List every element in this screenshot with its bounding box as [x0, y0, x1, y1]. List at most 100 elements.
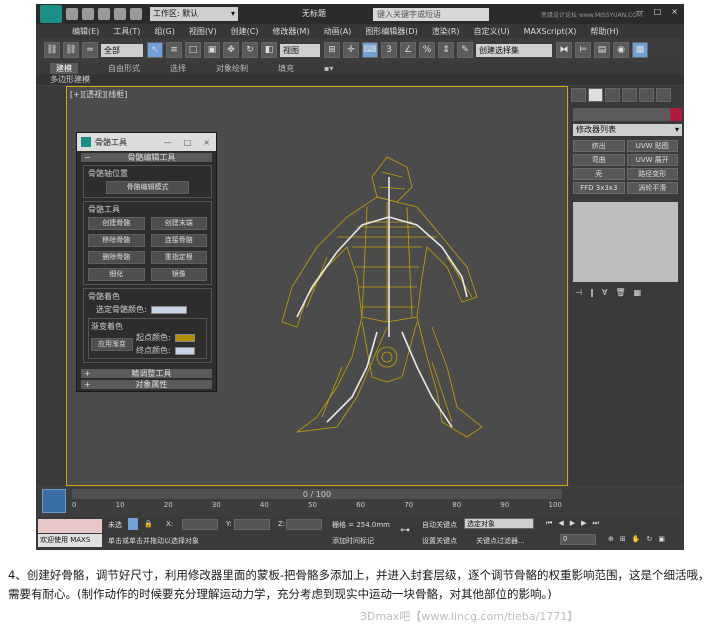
window-crossing-icon[interactable]: ▣: [204, 42, 220, 58]
ribbon-options-icon[interactable]: ▪▾: [324, 64, 333, 73]
remove-bone-button[interactable]: 移除骨骼: [88, 234, 145, 247]
maximize-button[interactable]: □: [654, 7, 662, 16]
save-file-icon[interactable]: [98, 8, 110, 20]
shell-button[interactable]: 壳: [573, 168, 625, 180]
material-editor-icon[interactable]: ◉: [613, 42, 629, 58]
modify-tab-icon[interactable]: [588, 88, 603, 102]
menu-graph-editors[interactable]: 图形编辑器(D): [365, 26, 417, 37]
dialog-maximize-button[interactable]: □: [184, 138, 192, 147]
viewport-label[interactable]: [+][透视][线框]: [70, 89, 127, 100]
connect-bones-button[interactable]: 连接骨骼: [150, 234, 207, 247]
rollout-fin-tools[interactable]: + 鳍调整工具: [81, 369, 212, 378]
display-tab-icon[interactable]: [639, 88, 654, 102]
selection-filter-dropdown[interactable]: 全部: [101, 43, 143, 57]
workspace-dropdown[interactable]: 工作区: 默认 ▾: [150, 7, 238, 21]
goto-end-icon[interactable]: ⏭: [592, 519, 598, 528]
menu-modifiers[interactable]: 修改器(M): [272, 26, 309, 37]
tab-selection[interactable]: 选择: [170, 63, 186, 74]
selected-color-swatch[interactable]: [150, 305, 187, 314]
percent-snap-icon[interactable]: %: [419, 42, 435, 58]
extrude-button[interactable]: 挤出: [573, 140, 625, 152]
snap-3d-icon[interactable]: 3: [381, 42, 397, 58]
menu-customize[interactable]: 自定义(U): [474, 26, 510, 37]
isolate-icon[interactable]: [128, 518, 138, 530]
lock-icon[interactable]: 🔒: [144, 520, 153, 528]
render-setup-icon[interactable]: ▦: [632, 42, 648, 58]
key-icon[interactable]: ⊶: [400, 525, 410, 536]
menu-maxscript[interactable]: MAXScript(X): [524, 27, 577, 36]
rect-select-icon[interactable]: □: [185, 42, 201, 58]
bend-button[interactable]: 弯曲: [573, 154, 625, 166]
unlink-icon[interactable]: ⛓: [63, 42, 79, 58]
keyboard-shortcut-icon[interactable]: ⌨: [362, 42, 378, 58]
tab-populate[interactable]: 填充: [278, 63, 294, 74]
dialog-close-button[interactable]: ×: [203, 138, 210, 147]
add-time-tag[interactable]: 添加时间标记: [332, 536, 374, 546]
pivot-icon[interactable]: ⊞: [324, 42, 340, 58]
object-color-swatch[interactable]: [670, 108, 682, 121]
start-color-swatch[interactable]: [174, 333, 195, 342]
wireframe-character[interactable]: [267, 147, 507, 447]
apply-gradient-button[interactable]: 应用渐变: [91, 337, 133, 351]
tab-object-paint[interactable]: 对象绘制: [216, 63, 248, 74]
search-input[interactable]: 键入关键字或短语: [373, 8, 489, 21]
modifier-stack[interactable]: [573, 202, 678, 282]
rollout-bone-edit-tools[interactable]: − 骨骼编辑工具: [81, 153, 212, 162]
utilities-tab-icon[interactable]: [656, 88, 671, 102]
menu-animation[interactable]: 动画(A): [324, 26, 352, 37]
motion-tab-icon[interactable]: [622, 88, 637, 102]
menu-views[interactable]: 视图(V): [189, 26, 217, 37]
goto-start-icon[interactable]: ⏮: [546, 519, 552, 528]
align-icon[interactable]: ⊨: [575, 42, 591, 58]
modifier-list-dropdown[interactable]: 修改器列表 ▾: [573, 124, 682, 136]
open-file-icon[interactable]: [82, 8, 94, 20]
ref-coord-dropdown[interactable]: 视图: [280, 43, 320, 57]
zoom-all-icon[interactable]: ⊞: [620, 535, 626, 543]
uvw-map-button[interactable]: UVW 贴图: [626, 140, 678, 152]
menu-group[interactable]: 组(G): [154, 26, 174, 37]
rollout-object-properties[interactable]: + 对象属性: [81, 380, 212, 389]
scale-icon[interactable]: ◧: [261, 42, 277, 58]
app-logo-icon[interactable]: [40, 5, 62, 23]
menu-tools[interactable]: 工具(T): [113, 26, 140, 37]
pin-stack-icon[interactable]: ⊣: [575, 288, 582, 297]
play-icon[interactable]: ▶: [570, 519, 575, 528]
move-icon[interactable]: ✥: [223, 42, 239, 58]
menu-help[interactable]: 帮助(H): [590, 26, 618, 37]
menu-rendering[interactable]: 渲染(R): [432, 26, 460, 37]
spinner-snap-icon[interactable]: ⇕: [438, 42, 454, 58]
named-selection-dropdown[interactable]: 创建选择集: [476, 43, 552, 57]
create-bones-button[interactable]: 创建骨骼: [88, 217, 145, 230]
dialog-minimize-button[interactable]: —: [164, 138, 172, 147]
make-unique-icon[interactable]: ∀: [602, 288, 607, 297]
turbosmooth-button[interactable]: 涡轮平滑: [626, 182, 678, 194]
unwrap-uvw-button[interactable]: UVW 展开: [626, 154, 678, 166]
object-name-field[interactable]: [573, 108, 682, 121]
x-coord-field[interactable]: [182, 519, 218, 530]
refine-button[interactable]: 细化: [88, 268, 145, 281]
next-frame-icon[interactable]: ▶: [581, 519, 586, 528]
zoom-icon[interactable]: ⊕: [608, 535, 614, 543]
key-set-dropdown[interactable]: 选定对象: [464, 518, 534, 529]
time-config-icon[interactable]: [42, 489, 66, 513]
minimize-button[interactable]: —: [636, 7, 644, 16]
rotate-icon[interactable]: ↻: [242, 42, 258, 58]
link-icon[interactable]: ⛓: [44, 42, 60, 58]
edit-named-sel-icon[interactable]: ✎: [457, 42, 473, 58]
menu-create[interactable]: 创建(C): [231, 26, 259, 37]
close-button[interactable]: ×: [671, 7, 678, 16]
time-slider[interactable]: 0 / 100: [72, 489, 562, 499]
z-coord-field[interactable]: [286, 519, 322, 530]
ffd-button[interactable]: FFD 3x3x3: [573, 182, 625, 194]
tab-freeform[interactable]: 自由形式: [108, 63, 140, 74]
new-file-icon[interactable]: [66, 8, 78, 20]
end-color-swatch[interactable]: [174, 346, 195, 355]
prev-frame-icon[interactable]: ◀: [558, 519, 563, 528]
reassign-root-button[interactable]: 重指定根: [150, 251, 207, 264]
select-object-icon[interactable]: ↖: [147, 42, 163, 58]
redo-icon[interactable]: [130, 8, 142, 20]
poly-modeling-label[interactable]: 多边形建模: [50, 74, 90, 85]
create-tab-icon[interactable]: [571, 88, 586, 102]
create-end-button[interactable]: 创建末端: [150, 217, 207, 230]
y-coord-field[interactable]: [234, 519, 270, 530]
